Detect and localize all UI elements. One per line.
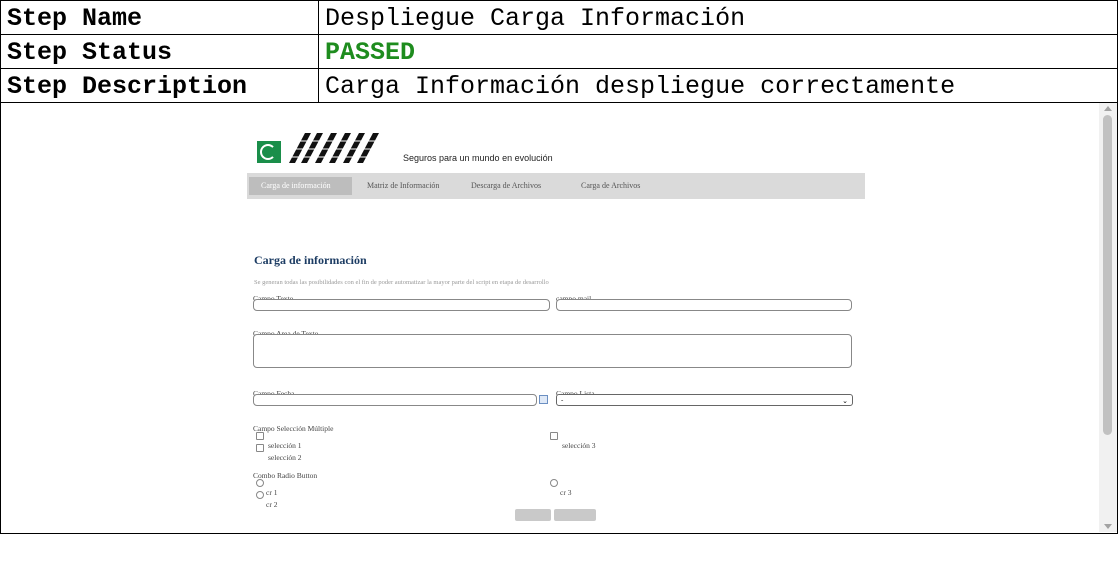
page-description: Se generan todas las posibilidades con e…	[254, 279, 549, 286]
nav-bar: Carga de información Matriz de Informaci…	[247, 173, 865, 199]
radio-cr-3[interactable]	[550, 479, 558, 487]
step-status-label: Step Status	[0, 34, 319, 69]
chevron-down-icon: ⌄	[842, 397, 848, 405]
campo-lista-value: -	[561, 396, 564, 404]
campo-fecha-input[interactable]	[253, 394, 537, 406]
checkbox-seleccion-2[interactable]	[256, 444, 264, 452]
campo-area-textarea[interactable]	[253, 334, 852, 368]
radio-cr-1[interactable]	[256, 479, 264, 487]
radio-cr-2-label: cr 2	[266, 500, 278, 509]
vertical-scrollbar[interactable]	[1099, 103, 1117, 532]
tagline: Seguros para un mundo en evolución	[403, 153, 553, 163]
step-name-label: Step Name	[0, 0, 319, 35]
step-report-table: Step Name Despliegue Carga Información S…	[0, 0, 1118, 534]
scroll-down-icon[interactable]	[1104, 524, 1112, 529]
scrollbar-thumb[interactable]	[1103, 115, 1112, 435]
logo-icon	[257, 141, 281, 163]
screenshot-cell: Seguros para un mundo en evolución Carga…	[0, 102, 1118, 534]
checkbox-seleccion-3-label: selección 3	[562, 441, 596, 450]
tab-carga-informacion[interactable]: Carga de información	[249, 177, 352, 195]
step-status-row: Step Status PASSED	[0, 34, 1118, 69]
radio-cr-3-label: cr 3	[560, 488, 572, 497]
step-description-value: Carga Información despliegue correctamen…	[318, 68, 1118, 103]
step-status-value: PASSED	[318, 34, 1118, 69]
app-screenshot: Seguros para un mundo en evolución Carga…	[1, 103, 1117, 532]
calendar-icon[interactable]	[539, 395, 548, 404]
step-name-row: Step Name Despliegue Carga Información	[0, 0, 1118, 35]
step-description-row: Step Description Carga Información despl…	[0, 68, 1118, 103]
reset-button[interactable]	[554, 509, 596, 521]
brand-wordmark	[285, 133, 381, 163]
step-name-value: Despliegue Carga Información	[318, 0, 1118, 35]
checkbox-seleccion-1[interactable]	[256, 432, 264, 440]
campo-texto-input[interactable]	[253, 299, 550, 311]
screenshot-row: Seguros para un mundo en evolución Carga…	[0, 102, 1118, 534]
tab-matriz-informacion[interactable]: Matriz de Información	[355, 177, 451, 195]
submit-button[interactable]	[515, 509, 551, 521]
tab-descarga-archivos[interactable]: Descarga de Archivos	[459, 177, 553, 195]
scroll-up-icon[interactable]	[1104, 106, 1112, 111]
campo-lista-select[interactable]: - ⌄	[556, 394, 853, 406]
radio-cr-2[interactable]	[256, 491, 264, 499]
tab-carga-archivos[interactable]: Carga de Archivos	[569, 177, 652, 195]
campo-mail-input[interactable]	[556, 299, 852, 311]
step-description-label: Step Description	[0, 68, 319, 103]
checkbox-seleccion-3[interactable]	[550, 432, 558, 440]
